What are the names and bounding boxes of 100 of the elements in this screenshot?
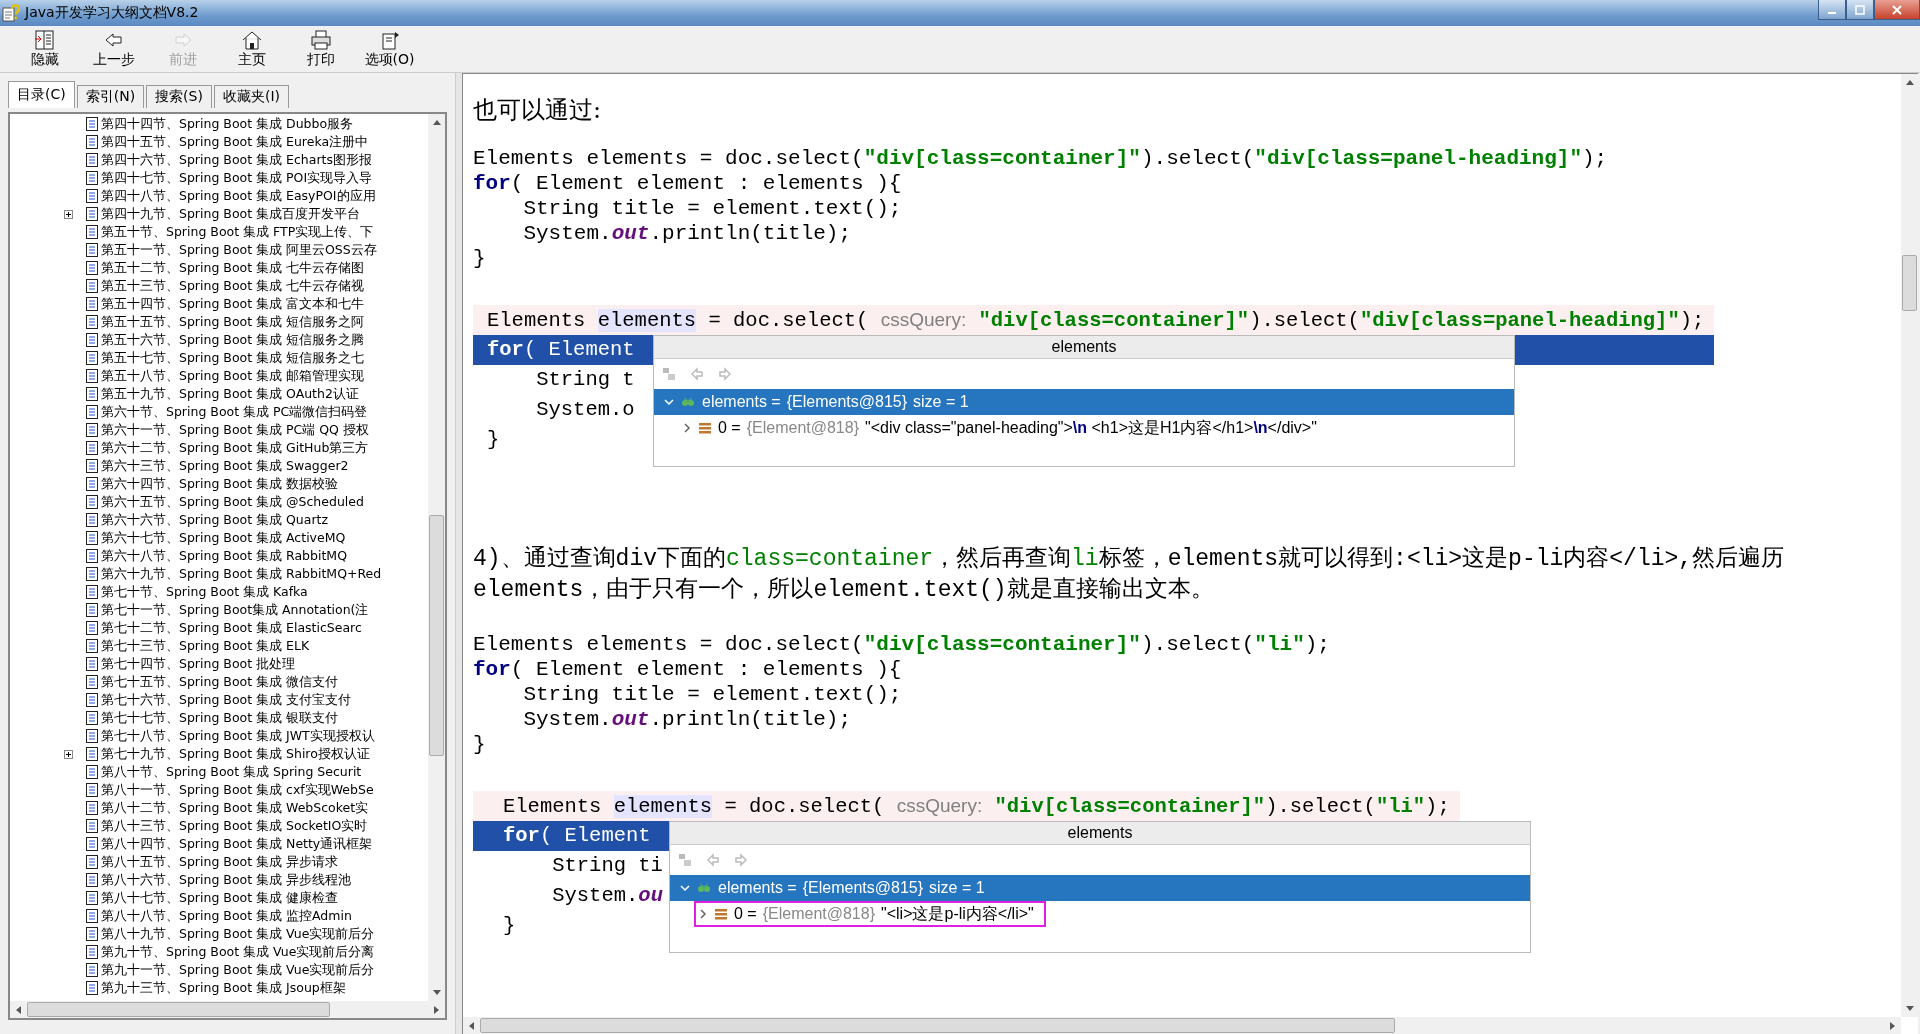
right-arrow-icon[interactable]	[434, 1005, 439, 1014]
tree-item[interactable]: 第八十八节、Spring Boot 集成 监控Admin	[101, 907, 352, 925]
down-arrow-icon[interactable]	[1905, 1006, 1914, 1011]
tree-item[interactable]: 第六十七节、Spring Boot 集成 ActiveMQ	[101, 529, 346, 547]
tree-item[interactable]: 第八十一节、Spring Boot 集成 cxf实现WebSe	[101, 781, 374, 799]
tab[interactable]: 索引(N)	[76, 85, 145, 108]
scrollbar[interactable]	[428, 114, 445, 1001]
tree-item[interactable]: 第七十一节、Spring Boot集成 Annotation(注	[101, 601, 369, 619]
page-icon	[86, 117, 98, 131]
variable-row[interactable]: elements = {Elements@815} size = 1	[670, 875, 1530, 901]
tree-item[interactable]: 第五十八节、Spring Boot 集成 邮箱管理实现	[101, 367, 365, 385]
variable-value: "<div class="panel-heading">\n <h1>这是H1内容</h1>\n</div>"	[865, 417, 1317, 438]
code-line: }	[503, 914, 516, 937]
tree-item[interactable]: 第八十九节、Spring Boot 集成 Vue实现前后分	[101, 925, 375, 943]
tree-item[interactable]: 第五十三节、Spring Boot 集成 七牛云存储视	[101, 277, 365, 295]
variable-row[interactable]: elements = {Elements@815} size = 1	[654, 389, 1514, 415]
caret-right-icon[interactable]	[698, 909, 708, 919]
tree-item[interactable]: 第七十节、Spring Boot 集成 Kafka	[101, 583, 308, 601]
tree-item[interactable]: 第七十二节、Spring Boot 集成 ElasticSearc	[101, 619, 362, 637]
tree-item[interactable]: 第四十六节、Spring Boot 集成 Echarts图形报	[101, 151, 372, 169]
caret-right-icon[interactable]	[682, 423, 692, 433]
down-arrow-icon[interactable]	[432, 990, 441, 995]
right-arrow-icon[interactable]	[1890, 1021, 1895, 1030]
toolbar-button[interactable]: 打印	[286, 26, 355, 72]
tree-item[interactable]: 第七十五节、Spring Boot 集成 微信支付	[101, 673, 339, 691]
tree-item[interactable]: 第七十三节、Spring Boot 集成 ELK	[101, 637, 310, 655]
caret-down-icon[interactable]	[664, 397, 674, 407]
expand-icon[interactable]	[64, 209, 73, 219]
scrollbar-thumb[interactable]	[27, 1002, 330, 1017]
tree-item[interactable]: 第八十七节、Spring Boot 集成 健康检查	[101, 889, 339, 907]
scrollbar[interactable]	[1901, 74, 1918, 1017]
tab[interactable]: 搜索(S)	[146, 85, 212, 108]
tree-item[interactable]: 第五十五节、Spring Boot 集成 短信服务之阿	[101, 313, 365, 331]
variable-row[interactable]: 0 = {Element@818} "<div class="panel-heading">\n <h1>这是H1内容</h1>\n</div>"	[654, 415, 1514, 441]
caret-down-icon[interactable]	[680, 883, 690, 893]
scrollbar[interactable]	[463, 1017, 1901, 1034]
tree-item[interactable]: 第四十四节、Spring Boot 集成 Dubbo服务	[101, 115, 354, 133]
page-icon	[86, 423, 98, 437]
scrollbar-thumb[interactable]	[429, 514, 444, 756]
code-line: System.out.println(title);	[522, 707, 853, 732]
tree-item[interactable]: 第六十节、Spring Boot 集成 PC端微信扫码登	[101, 403, 368, 421]
tree-item[interactable]: 第五十九节、Spring Boot 集成 OAuth2认证	[101, 385, 359, 403]
tree-item[interactable]: 第八十四节、Spring Boot 集成 Netty通讯框架	[101, 835, 373, 853]
tree-item[interactable]: 第八十二节、Spring Boot 集成 WebScoket实	[101, 799, 369, 817]
page-icon	[86, 693, 98, 707]
tree-item[interactable]: 第七十八节、Spring Boot 集成 JWT实现授权认	[101, 727, 375, 745]
tree-item[interactable]: 第五十二节、Spring Boot 集成 七牛云存储图	[101, 259, 365, 277]
toolbar-button[interactable]: 隐藏	[10, 26, 79, 72]
up-arrow-icon[interactable]	[1905, 80, 1914, 85]
minimize-button[interactable]	[1818, 0, 1846, 20]
variable-type: {Element@818}	[762, 905, 875, 923]
left-arrow-icon[interactable]	[469, 1021, 474, 1030]
tree-item[interactable]: 第九十三节、Spring Boot 集成 Jsoup框架	[101, 979, 346, 997]
tree-item[interactable]: 第六十三节、Spring Boot 集成 Swagger2	[101, 457, 349, 475]
tree-item[interactable]: 第六十九节、Spring Boot 集成 RabbitMQ+Red	[101, 565, 382, 583]
tree-item[interactable]: 第九十一节、Spring Boot 集成 Vue实现前后分	[101, 961, 375, 979]
left-arrow-icon[interactable]	[16, 1005, 21, 1014]
tree-item[interactable]: 第五十七节、Spring Boot 集成 短信服务之七	[101, 349, 365, 367]
tree-item[interactable]: 第五十一节、Spring Boot 集成 阿里云OSS云存	[101, 241, 377, 259]
tree-item[interactable]: 第六十四节、Spring Boot 集成 数据校验	[101, 475, 339, 493]
scrollbar-thumb[interactable]	[1902, 254, 1917, 312]
tab[interactable]: 收藏夹(I)	[213, 85, 289, 108]
tree-item[interactable]: 第四十九节、Spring Boot 集成百度开发平台	[101, 205, 361, 223]
tree-item[interactable]: 第六十五节、Spring Boot 集成 @Scheduled	[101, 493, 364, 511]
scrollbar-thumb[interactable]	[480, 1018, 1395, 1033]
up-arrow-icon[interactable]	[432, 120, 441, 125]
tree-item[interactable]: 第六十八节、Spring Boot 集成 RabbitMQ	[101, 547, 347, 565]
tab[interactable]: 目录(C)	[8, 81, 75, 108]
tree-item[interactable]: 第四十七节、Spring Boot 集成 POI实现导入导	[101, 169, 373, 187]
variable-row[interactable]: 0 = {Element@818} "<li>这是p-li内容</li>"	[670, 901, 1530, 927]
tree-item[interactable]: 第六十一节、Spring Boot 集成 PC端 QQ 授权	[101, 421, 369, 439]
tree-item[interactable]: 第六十六节、Spring Boot 集成 Quartz	[101, 511, 329, 529]
page-icon	[86, 783, 98, 797]
tree-item[interactable]: 第九十节、Spring Boot 集成 Vue实现前后分离	[101, 943, 375, 961]
tree-item[interactable]: 第六十二节、Spring Boot 集成 GitHub第三方	[101, 439, 369, 457]
tree-item[interactable]: 第七十六节、Spring Boot 集成 支付宝支付	[101, 691, 352, 709]
scrollbar[interactable]	[10, 1001, 445, 1018]
tree-item[interactable]: 第七十九节、Spring Boot 集成 Shiro授权认证	[101, 745, 370, 763]
expand-icon[interactable]	[64, 749, 73, 759]
tree-item[interactable]: 第五十四节、Spring Boot 集成 富文本和七牛	[101, 295, 365, 313]
tree-item[interactable]: 第八十节、Spring Boot 集成 Spring Securit	[101, 763, 362, 781]
tree-item[interactable]: 第七十七节、Spring Boot 集成 银联支付	[101, 709, 339, 727]
page-icon	[86, 171, 98, 185]
toolbar-button[interactable]: 选项(O)	[355, 26, 424, 72]
tree-item[interactable]: 第八十六节、Spring Boot 集成 异步线程池	[101, 871, 352, 889]
close-button[interactable]	[1874, 0, 1920, 20]
tree-item[interactable]: 第五十节、Spring Boot 集成 FTP实现上传、下	[101, 223, 374, 241]
maximize-button[interactable]	[1846, 0, 1874, 20]
variable-name: elements =	[702, 393, 781, 411]
glasses-icon	[696, 882, 712, 894]
tree-item[interactable]: 第四十五节、Spring Boot 集成 Eureka注册中	[101, 133, 369, 151]
tree-item[interactable]: 第七十四节、Spring Boot 批处理	[101, 655, 296, 673]
pane-splitter[interactable]	[455, 73, 463, 1034]
page-icon	[86, 639, 98, 653]
tree-item[interactable]: 第八十三节、Spring Boot 集成 SocketIO实时	[101, 817, 368, 835]
tree-item[interactable]: 第八十五节、Spring Boot 集成 异步请求	[101, 853, 339, 871]
toolbar-button[interactable]: 主页	[217, 26, 286, 72]
tree-item[interactable]: 第四十八节、Spring Boot 集成 EasyPOI的应用	[101, 187, 376, 205]
tree-item[interactable]: 第五十六节、Spring Boot 集成 短信服务之腾	[101, 331, 365, 349]
toolbar-button[interactable]: 上一步	[79, 26, 148, 72]
